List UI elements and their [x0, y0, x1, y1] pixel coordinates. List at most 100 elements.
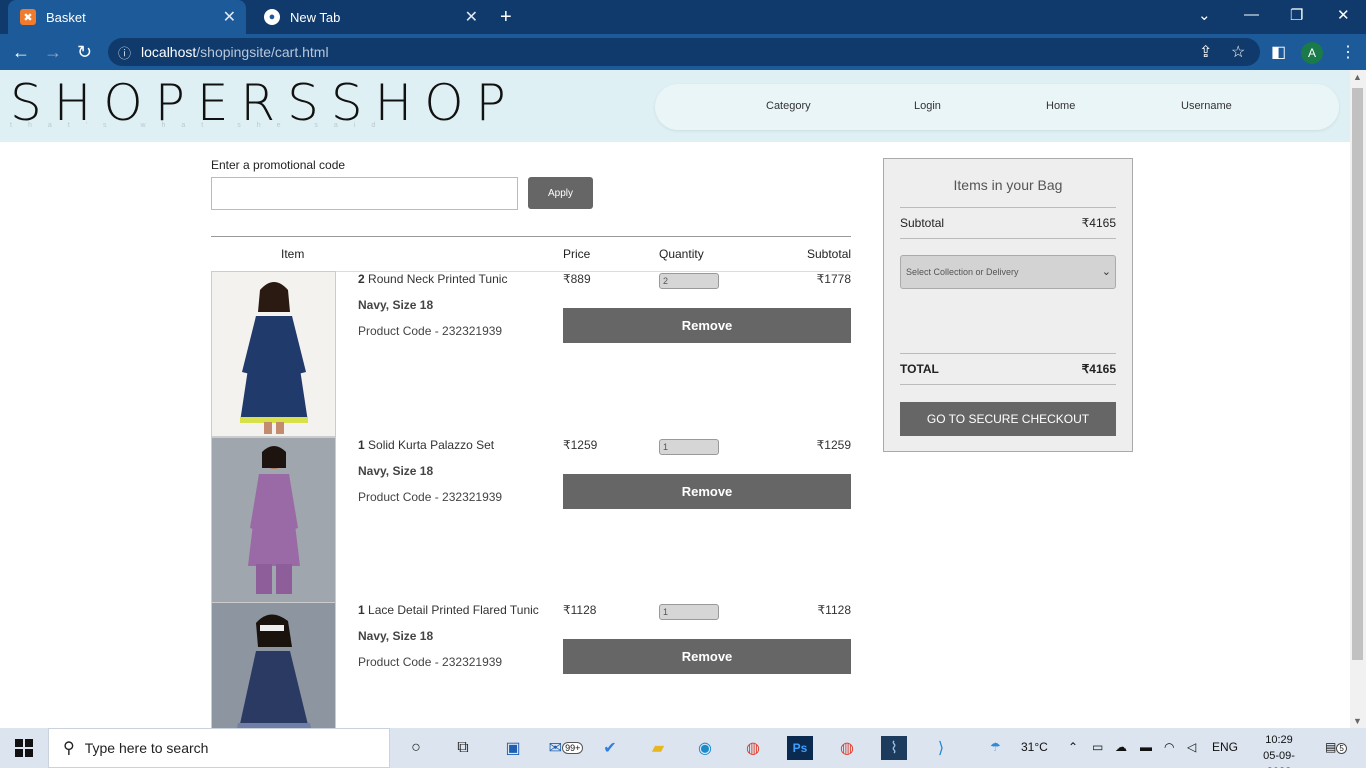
close-tab-icon[interactable]: ✕: [465, 7, 478, 27]
forward-arrow-icon[interactable]: →: [44, 42, 62, 63]
profile-avatar[interactable]: A: [1301, 42, 1323, 64]
nav-home[interactable]: Home: [1046, 100, 1075, 112]
header-subtotal: Subtotal: [807, 247, 852, 261]
scrollbar-thumb[interactable]: [1352, 88, 1363, 660]
product-code: Product Code - 232321939: [358, 655, 503, 669]
section-divider: [211, 236, 851, 237]
site-info-icon[interactable]: ⓘ: [118, 43, 131, 62]
total-label: TOTAL: [900, 362, 939, 376]
mysql-workbench-icon[interactable]: ⌇: [881, 736, 907, 760]
product-image[interactable]: [211, 602, 336, 728]
tab-new-tab[interactable]: ● New Tab ✕: [252, 0, 488, 34]
product-price: ₹1259: [563, 438, 598, 452]
reload-icon[interactable]: ↻: [77, 42, 92, 63]
product-image[interactable]: [211, 437, 336, 603]
window-close-icon[interactable]: ✕: [1337, 6, 1350, 24]
delivery-select-value: Select Collection or Delivery: [906, 267, 1019, 277]
product-subtotal: ₹1128: [817, 603, 851, 617]
summary-divider: [900, 353, 1116, 354]
cloud-offline-icon[interactable]: ☁: [1115, 740, 1127, 754]
product-image[interactable]: [211, 271, 336, 437]
promo-code-input[interactable]: [211, 177, 518, 210]
delivery-select[interactable]: Select Collection or Delivery ⌄: [900, 255, 1116, 289]
new-tab-plus-icon[interactable]: +: [500, 6, 512, 29]
product-name: Round Neck Printed Tunic: [368, 272, 508, 286]
notification-icon[interactable]: ▤ 5: [1325, 740, 1347, 754]
chrome-favicon-icon: ●: [264, 9, 280, 25]
store-icon[interactable]: ▣: [500, 736, 526, 760]
clock[interactable]: 10:29 05-09-2022: [1252, 732, 1306, 768]
subtotal-label: Subtotal: [900, 216, 945, 230]
page-scrollbar[interactable]: ▲ ▼: [1350, 70, 1366, 728]
edge-icon[interactable]: ◉: [692, 736, 718, 760]
back-arrow-icon[interactable]: ←: [12, 42, 30, 63]
scroll-down-icon[interactable]: ▼: [1353, 716, 1362, 726]
product-name: Solid Kurta Palazzo Set: [368, 438, 495, 452]
product-count: 1: [358, 603, 365, 617]
nav-category[interactable]: Category: [766, 100, 811, 112]
scroll-up-icon[interactable]: ▲: [1353, 72, 1362, 82]
product-price: ₹889: [563, 272, 591, 286]
restore-icon[interactable]: ❐: [1290, 6, 1303, 24]
header-item: Item: [281, 247, 305, 261]
product-title[interactable]: 1 Solid Kurta Palazzo Set: [358, 438, 494, 452]
taskbar-search[interactable]: ⚲ Type here to search: [48, 728, 390, 768]
windows-start-icon[interactable]: [11, 736, 37, 760]
mail-icon[interactable]: ✉ 99+: [548, 736, 584, 760]
nav-login[interactable]: Login: [914, 100, 941, 112]
product-code: Product Code - 232321939: [358, 324, 503, 338]
product-variant: Navy, Size 18: [358, 629, 434, 643]
search-icon: ⚲: [63, 740, 75, 757]
tab-basket[interactable]: ✖ Basket ✕: [8, 0, 246, 34]
minimize-icon[interactable]: —: [1244, 6, 1259, 23]
product-variant: Navy, Size 18: [358, 298, 434, 312]
xampp-favicon-icon: ✖: [20, 9, 36, 25]
weather-icon[interactable]: ☂: [990, 740, 1001, 754]
todo-check-icon[interactable]: ✔: [597, 736, 623, 760]
remove-button[interactable]: Remove: [563, 474, 851, 509]
side-panel-icon[interactable]: ◧: [1271, 42, 1286, 62]
main-nav: Category Login Home Username: [655, 84, 1339, 130]
bookmark-star-icon[interactable]: ☆: [1231, 42, 1245, 62]
remove-button[interactable]: Remove: [563, 639, 851, 674]
chrome-icon[interactable]: ◍: [740, 736, 766, 760]
clock-date: 05-09-2022: [1263, 750, 1295, 768]
battery-icon[interactable]: ▬: [1140, 740, 1152, 754]
photoshop-icon[interactable]: Ps: [787, 736, 813, 760]
address-bar[interactable]: ⓘ localhost/shopingsite/cart.html: [108, 38, 1260, 66]
wifi-icon[interactable]: ◠: [1164, 740, 1174, 754]
task-view-icon[interactable]: ⧉: [450, 736, 476, 760]
quantity-input[interactable]: 1: [659, 439, 719, 455]
close-tab-icon[interactable]: ✕: [223, 7, 236, 27]
summary-divider: [900, 238, 1116, 239]
nav-username[interactable]: Username: [1181, 100, 1232, 112]
vscode-icon[interactable]: ⟩: [928, 736, 954, 760]
flared-tunic-figure-icon: [237, 614, 311, 728]
browser-menu-icon[interactable]: ⋮: [1340, 42, 1356, 62]
quantity-input[interactable]: 1: [659, 604, 719, 620]
chrome-profile-icon[interactable]: ◍: [834, 736, 860, 760]
summary-title: Items in your Bag: [953, 177, 1063, 193]
quantity-input[interactable]: 2: [659, 273, 719, 289]
product-title[interactable]: 2 Round Neck Printed Tunic: [358, 272, 507, 286]
checkout-button[interactable]: GO TO SECURE CHECKOUT: [900, 402, 1116, 436]
cart-row: 2 Round Neck Printed Tunic Navy, Size 18…: [211, 271, 851, 437]
temperature[interactable]: 31°C: [1021, 740, 1048, 754]
apply-button[interactable]: Apply: [528, 177, 593, 209]
file-explorer-icon[interactable]: ▰: [645, 736, 671, 760]
language-indicator[interactable]: ENG: [1212, 740, 1238, 754]
chevron-down-icon: ⌄: [1101, 266, 1111, 278]
url-host: localhost: [141, 44, 197, 60]
tray-chevron-up-icon[interactable]: ⌃: [1068, 740, 1078, 754]
tab-search-chevron-icon[interactable]: ⌄: [1198, 6, 1211, 24]
summary-divider: [900, 207, 1116, 208]
summary-divider: [900, 384, 1116, 385]
total-value: ₹4165: [1081, 362, 1116, 376]
product-title[interactable]: 1 Lace Detail Printed Flared Tunic: [358, 603, 539, 617]
meet-now-icon[interactable]: ▭: [1092, 740, 1103, 754]
tunic-figure-icon: [240, 282, 308, 434]
share-icon[interactable]: ⇪: [1199, 42, 1212, 62]
remove-button[interactable]: Remove: [563, 308, 851, 343]
speaker-icon[interactable]: ◁: [1187, 740, 1196, 754]
cortana-icon[interactable]: ○: [403, 736, 429, 760]
